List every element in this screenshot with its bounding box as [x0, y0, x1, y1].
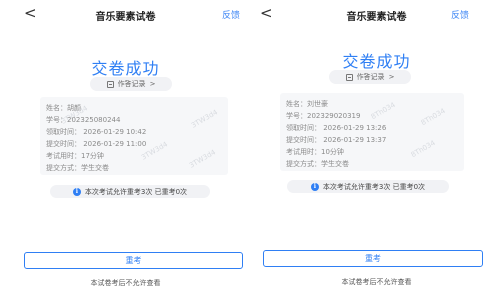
page-title: 音乐要素试卷 [95, 12, 156, 23]
answer-record-button[interactable]: 作答记录 > [329, 70, 411, 84]
footer-note: 本试卷考后不允许查看 [341, 278, 412, 286]
student-id: 学号：202329020319 [286, 112, 361, 120]
watermark: 8Th034 [419, 106, 447, 128]
feedback-link[interactable]: 反馈 [222, 8, 240, 21]
exam-result-screen-right: < 音乐要素试卷 反馈 交卷成功 作答记录 > 8Th034 8Th034 8T… [251, 0, 502, 302]
retake-notice-text: 本次考试允许重考3次 已重考0次 [322, 182, 426, 191]
footer-note: 本试卷考后不允许查看 [90, 279, 161, 287]
exam-info-card: 8Th034 8Th034 8Th034 姓名：刘世豪 学号：202329020… [280, 93, 464, 171]
retake-button[interactable]: 重考 [263, 250, 483, 267]
exam-info-card: 3TW3d4 3TW3d4 3TW3d4 3TW3d4 姓名：胡颜 学号：202… [40, 97, 228, 175]
info-icon: i [72, 187, 81, 196]
submit-time: 提交时间： 2026-01-29 11:00 [46, 140, 147, 148]
info-icon: i [310, 182, 319, 191]
receive-time: 领取时间： 2026-01-29 10:42 [46, 128, 147, 136]
answer-record-button[interactable]: 作答记录 > [90, 77, 172, 91]
watermark: 3TW3d4 [187, 148, 218, 170]
nav-bar: < 音乐要素试卷 反馈 [251, 0, 502, 34]
answer-record-label: 作答记录 [356, 73, 385, 81]
submit-success-title: 交卷成功 [91, 59, 160, 78]
chevron-right-icon: > [388, 73, 395, 81]
watermark: 8Th034 [369, 100, 397, 122]
exam-result-screen-left: < 音乐要素试卷 反馈 交卷成功 作答记录 > 3TW3d4 3TW3d4 3T… [0, 0, 251, 302]
retake-notice: i 本次考试允许重考3次 已重考0次 [50, 185, 210, 198]
student-id: 学号：202325080244 [46, 116, 121, 124]
document-icon [345, 73, 353, 81]
submit-time: 提交时间： 2026-01-29 13:37 [286, 136, 387, 144]
retake-notice: i 本次考试允许重考3次 已重考0次 [287, 180, 449, 193]
submit-success-title: 交卷成功 [342, 52, 411, 71]
submit-method: 提交方式：学生交卷 [46, 164, 109, 172]
retake-button[interactable]: 重考 [24, 252, 243, 269]
watermark: 8Th034 [409, 138, 437, 160]
student-name: 姓名：刘世豪 [286, 100, 328, 108]
submit-method: 提交方式：学生交卷 [286, 160, 349, 168]
exam-duration: 考试用时：10分钟 [286, 148, 344, 156]
answer-record-label: 作答记录 [117, 80, 146, 88]
feedback-link[interactable]: 反馈 [451, 8, 469, 21]
retake-notice-text: 本次考试允许重考3次 已重考0次 [84, 187, 188, 196]
receive-time: 领取时间： 2026-01-29 13:26 [286, 124, 387, 132]
document-icon [106, 80, 114, 88]
student-name: 姓名：胡颜 [46, 104, 81, 112]
chevron-right-icon: > [149, 80, 156, 88]
watermark: 3TW3d4 [189, 108, 220, 130]
exam-duration: 考试用时：17分钟 [46, 152, 104, 160]
nav-bar: < 音乐要素试卷 反馈 [0, 0, 251, 34]
